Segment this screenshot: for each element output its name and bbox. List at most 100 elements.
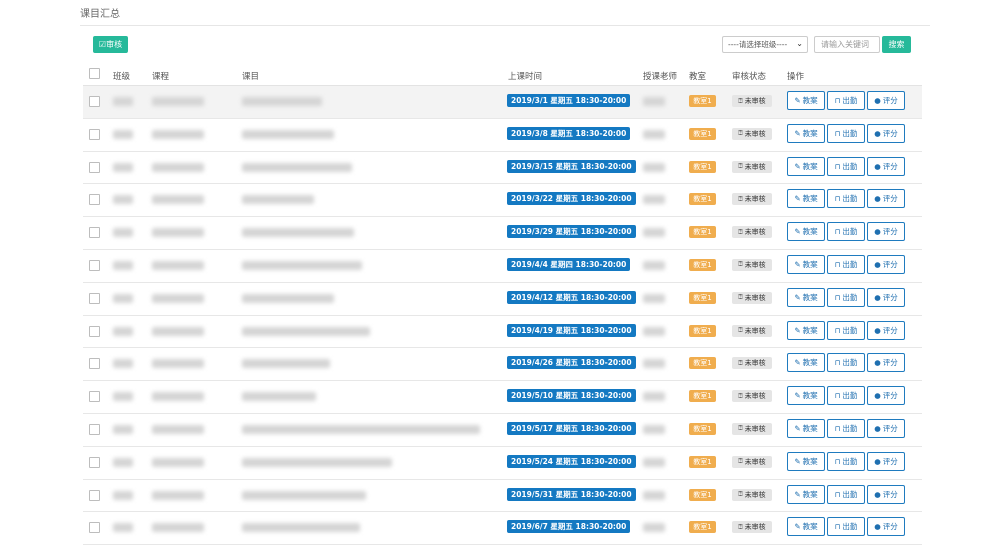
course-cell	[152, 523, 204, 533]
score-button[interactable]: ● 评分	[867, 451, 905, 471]
attendance-button[interactable]: ⊓ 出勤	[827, 287, 865, 307]
time-badge: 2019/3/15 星期五 18:30-20:00	[507, 159, 636, 173]
attendance-button[interactable]: ⊓ 出勤	[827, 254, 865, 274]
attendance-button[interactable]: ⊓ 出勤	[827, 386, 865, 406]
row-checkbox[interactable]	[89, 96, 100, 107]
room-badge: 教室1	[689, 324, 716, 337]
plan-button[interactable]: ✎ 教案	[787, 451, 825, 471]
time-badge: 2019/4/12 星期五 18:30-20:00	[507, 290, 636, 304]
score-button[interactable]: ● 评分	[867, 91, 905, 110]
attendance-button[interactable]: ⊓ 出勤	[827, 517, 865, 537]
attendance-button-label: 出勤	[842, 391, 858, 401]
header-course: 课程	[152, 72, 170, 82]
score-button[interactable]: ● 评分	[867, 156, 905, 176]
score-button[interactable]: ● 评分	[867, 517, 905, 537]
row-checkbox[interactable]	[89, 161, 100, 173]
row-checkbox[interactable]	[89, 128, 100, 140]
select-all-checkbox[interactable]	[89, 68, 100, 79]
score-button-label: 评分	[882, 456, 898, 466]
attendance-button-label: 出勤	[842, 227, 858, 237]
attendance-button[interactable]: ⊓ 出勤	[827, 320, 865, 340]
score-button[interactable]: ● 评分	[867, 254, 905, 274]
search-button[interactable]: 搜索	[882, 36, 911, 53]
subject-cell	[242, 523, 360, 533]
table-row: 2019/3/22 星期五 18:30-20:00 教室1 ⍰ 未审核 ✎ 教案 ⊓ 出勤 ● 评…	[83, 184, 922, 218]
edit-icon: ✎	[794, 194, 801, 204]
row-checkbox[interactable]	[89, 391, 100, 403]
class-cell	[113, 490, 133, 500]
attendance-button[interactable]: ⊓ 出勤	[827, 222, 865, 242]
edit-icon: ✎	[794, 423, 801, 433]
subject-cell	[242, 228, 354, 238]
row-checkbox[interactable]	[89, 227, 100, 239]
row-checkbox[interactable]	[89, 423, 100, 435]
score-button[interactable]: ● 评分	[867, 386, 905, 406]
attendance-button[interactable]: ⊓ 出勤	[827, 418, 865, 438]
subject-cell	[242, 97, 322, 106]
attendance-button[interactable]: ⊓ 出勤	[827, 156, 865, 176]
score-button-label: 评分	[882, 391, 898, 401]
plan-button[interactable]: ✎ 教案	[787, 320, 825, 340]
plan-button[interactable]: ✎ 教案	[787, 484, 825, 504]
row-checkbox[interactable]	[89, 489, 100, 501]
subject-cell	[242, 195, 314, 205]
lock-icon: ⊓	[834, 227, 841, 237]
score-button[interactable]: ● 评分	[867, 353, 905, 373]
header-time: 上课时间	[508, 72, 543, 82]
teacher-cell	[643, 457, 665, 467]
attendance-button[interactable]: ⊓ 出勤	[827, 484, 865, 504]
status-label: 未审核	[744, 523, 766, 532]
plan-button[interactable]: ✎ 教案	[787, 156, 825, 176]
plan-button[interactable]: ✎ 教案	[787, 222, 825, 242]
attendance-button[interactable]: ⊓ 出勤	[827, 451, 865, 471]
row-checkbox[interactable]	[89, 194, 100, 206]
review-button[interactable]: ☑ 审核	[93, 36, 128, 53]
plan-button[interactable]: ✎ 教案	[787, 386, 825, 406]
attendance-button-label: 出勤	[842, 128, 858, 138]
plan-button-label: 教案	[802, 227, 818, 237]
score-button[interactable]: ● 评分	[867, 287, 905, 307]
plan-button[interactable]: ✎ 教案	[787, 353, 825, 373]
class-cell	[113, 424, 133, 434]
teacher-cell	[643, 228, 665, 238]
teacher-cell	[643, 490, 665, 500]
row-checkbox[interactable]	[89, 358, 100, 370]
score-button[interactable]: ● 评分	[867, 222, 905, 242]
row-checkbox[interactable]	[89, 522, 100, 534]
score-button[interactable]: ● 评分	[867, 189, 905, 209]
attendance-button[interactable]: ⊓ 出勤	[827, 123, 865, 143]
search-input[interactable]	[814, 36, 880, 53]
plan-button[interactable]: ✎ 教案	[787, 418, 825, 438]
score-button[interactable]: ● 评分	[867, 320, 905, 340]
status-label: 未审核	[744, 392, 766, 401]
row-checkbox[interactable]	[89, 456, 100, 468]
edit-icon: ✎	[794, 161, 801, 171]
attendance-button[interactable]: ⊓ 出勤	[827, 91, 865, 110]
course-cell	[152, 129, 204, 139]
status-badge: ⍰ 未审核	[732, 226, 772, 239]
row-checkbox[interactable]	[89, 325, 100, 337]
plan-button[interactable]: ✎ 教案	[787, 189, 825, 209]
subject-cell	[242, 293, 334, 303]
plan-button[interactable]: ✎ 教案	[787, 254, 825, 274]
row-checkbox[interactable]	[89, 292, 100, 304]
attendance-button[interactable]: ⊓ 出勤	[827, 189, 865, 209]
user-icon: ●	[874, 456, 881, 466]
score-button[interactable]: ● 评分	[867, 418, 905, 438]
room-badge: 教室1	[689, 193, 716, 206]
plan-button-label: 教案	[802, 96, 818, 105]
plan-button[interactable]: ✎ 教案	[787, 287, 825, 307]
plan-button[interactable]: ✎ 教案	[787, 123, 825, 143]
score-button[interactable]: ● 评分	[867, 484, 905, 504]
lock-icon: ⊓	[834, 489, 841, 499]
status-label: 未审核	[744, 195, 766, 204]
status-badge: ⍰ 未审核	[732, 422, 772, 435]
score-button[interactable]: ● 评分	[867, 123, 905, 143]
row-checkbox[interactable]	[89, 259, 100, 271]
class-select[interactable]: ----请选择班级---- ⌄	[722, 36, 808, 53]
attendance-button[interactable]: ⊓ 出勤	[827, 353, 865, 373]
plan-button[interactable]: ✎ 教案	[787, 91, 825, 110]
time-badge: 2019/4/26 星期五 18:30-20:00	[507, 356, 636, 370]
plan-button[interactable]: ✎ 教案	[787, 517, 825, 537]
score-button-label: 评分	[882, 96, 898, 105]
